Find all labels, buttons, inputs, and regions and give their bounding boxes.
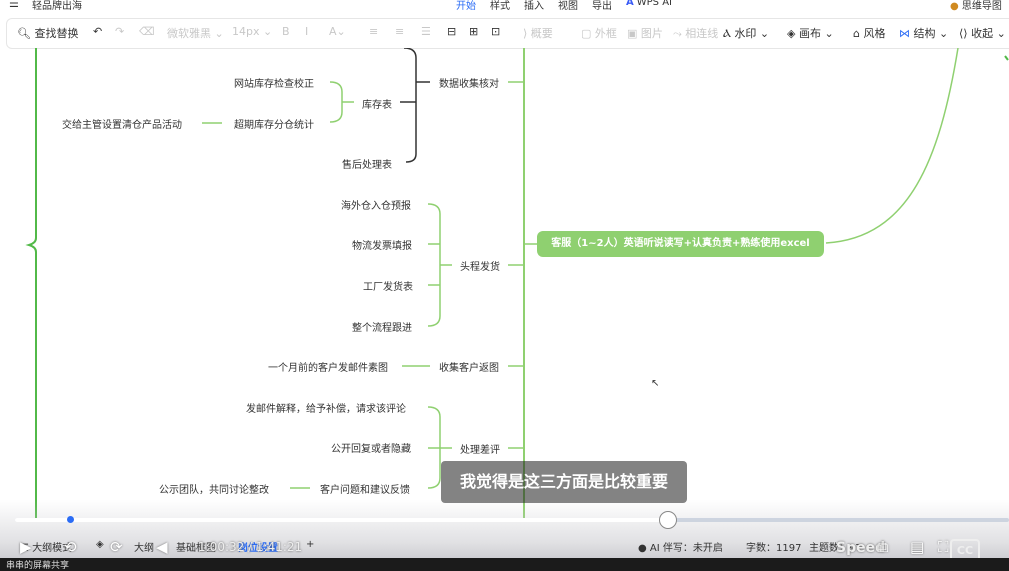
screen-share-label: 串串的屏幕共享 [6, 561, 70, 571]
rewind-icon[interactable]: ⟲ [64, 538, 77, 556]
ai-assist-label: AI 伴写：未开启 [649, 543, 723, 554]
collapse-label: 收起 [971, 27, 994, 40]
screen-share-bar: 串串的屏幕共享 [0, 558, 1009, 571]
volume-icon[interactable]: ◀ [156, 538, 168, 556]
find-replace-label: 查找替换 [34, 27, 79, 40]
watermark-button[interactable]: Ⲁ 水印 ⌄ [723, 25, 769, 41]
forward-icon[interactable]: ⟳ [110, 538, 123, 556]
fullscreen-icon[interactable]: ⛶ [938, 538, 949, 556]
align-center-icon[interactable]: ≡ [395, 25, 404, 38]
ai-assist-status[interactable]: ● AI 伴写：未开启 [638, 539, 723, 554]
shirt-icon: ⌂ [853, 27, 860, 40]
progress-knob[interactable] [659, 511, 677, 529]
node-site-inventory[interactable]: 网站库存检查校正 [234, 75, 314, 90]
outline-button[interactable]: ▢ 外框 [581, 25, 617, 41]
screenshot-icon[interactable]: ▤ [910, 538, 924, 556]
progress-fill [15, 518, 667, 522]
brand-label: ● 思维导图 [950, 0, 1002, 12]
structure-button[interactable]: ⋈ 结构 ⌄ [899, 25, 948, 41]
node-bad-review[interactable]: 处理差评 [460, 441, 500, 456]
node-first-leg[interactable]: 头程发货 [460, 258, 500, 273]
align-left-icon[interactable]: ≡ [369, 25, 378, 38]
style-button[interactable]: ⌂ 风格 [853, 25, 885, 41]
structure-label: 结构 [913, 27, 936, 40]
video-timecode: 1:00:32 / 1:41:21 [198, 540, 303, 554]
insert-child-icon[interactable]: ⊟ [447, 25, 456, 38]
brand-text: 思维导图 [961, 1, 1002, 12]
font-size-value: 14px [232, 25, 260, 38]
image-button[interactable]: ▣ 图片 [627, 25, 663, 41]
top-menu-bar: ☰ 轻品牌出海 开始 样式 插入 视图 导出 A WPS AI ● 思维导图 [0, 0, 1009, 14]
association-button[interactable]: ⤳ 相连线 [673, 25, 718, 41]
node-inventory-table[interactable]: 库存表 [362, 96, 392, 111]
collapse-button[interactable]: ⟨⟩ 收起 ⌄ [959, 25, 1006, 41]
tab-export[interactable]: 导出 [592, 0, 612, 12]
node-customer-service[interactable]: 客服（1~2人）英语听说读写+认真负责+熟练使用excel [537, 231, 824, 257]
word-count: 字数：1197 [746, 543, 802, 554]
watermark-label: 水印 [734, 27, 757, 40]
paint-bucket-icon: ◈ [787, 27, 796, 40]
brand-logo-icon: ● [950, 1, 959, 12]
node-logistics-invoice[interactable]: 物流发票填报 [352, 237, 412, 252]
tab-view[interactable]: 视图 [558, 0, 578, 12]
insert-parent-icon[interactable]: ⊡ [491, 25, 500, 38]
structure-icon: ⋈ [899, 27, 910, 40]
node-overdue-inventory[interactable]: 超期库存分仓统计 [234, 116, 314, 131]
summary-button[interactable]: ⟩ 概要 [523, 25, 553, 41]
collapse-icon: ⟨⟩ [959, 27, 968, 40]
node-customer-issue[interactable]: 客户问题和建议反馈 [320, 481, 410, 496]
node-factory-shipping[interactable]: 工厂发货表 [363, 278, 413, 293]
outline-short-button[interactable]: 大纲 [134, 539, 154, 554]
add-sheet-icon[interactable]: + [306, 539, 314, 550]
tab-start[interactable]: 开始 [456, 0, 476, 12]
wps-ai-button[interactable]: A WPS AI [626, 0, 672, 8]
wps-ai-icon: A [626, 0, 634, 8]
redo-icon[interactable]: ↷ [115, 25, 124, 38]
insert-sibling-icon[interactable]: ⊞ [469, 25, 478, 38]
node-clearance[interactable]: 交给主管设置清仓产品活动 [62, 116, 182, 131]
node-data-check[interactable]: 数据收集核对 [439, 75, 499, 90]
watermark-icon: Ⲁ [723, 27, 731, 40]
node-email-material[interactable]: 一个月前的客户发邮件素图 [268, 359, 388, 374]
tab-style[interactable]: 样式 [490, 0, 510, 12]
style-label: 风格 [863, 27, 886, 40]
hamburger-menu-icon[interactable]: ☰ [9, 0, 19, 10]
font-family-select[interactable]: 微软雅黑 ⌄ [167, 25, 224, 41]
wps-ai-label: WPS AI [636, 0, 672, 8]
mindmap-canvas[interactable]: 数据收集核对 网站库存检查校正 库存表 超期库存分仓统计 交给主管设置清仓产品活… [0, 48, 1009, 518]
layers-icon[interactable]: ◈ [96, 539, 104, 550]
italic-icon[interactable]: I [305, 25, 308, 38]
node-email-explain[interactable]: 发邮件解释，给予补偿，请求该评论 [246, 400, 406, 415]
mouse-cursor-icon: ↖ [651, 378, 660, 389]
bold-icon[interactable]: B [282, 25, 290, 38]
search-icon: 🔍︎ [17, 27, 31, 40]
format-painter-icon[interactable]: ⌫ [139, 25, 155, 38]
font-family-value: 微软雅黑 [167, 27, 211, 40]
node-overseas-forecast[interactable]: 海外仓入仓预报 [341, 197, 411, 212]
node-public-reply[interactable]: 公开回复或者隐藏 [331, 440, 411, 455]
font-size-select[interactable]: 14px ⌄ [232, 25, 272, 38]
outline-label: 外框 [594, 27, 617, 40]
summary-label: 概要 [530, 27, 553, 40]
tab-insert[interactable]: 插入 [524, 0, 544, 12]
find-replace-button[interactable]: 🔍︎ 查找替换 [17, 25, 78, 41]
undo-icon[interactable]: ↶ [93, 25, 102, 38]
pip-icon[interactable]: ⧉ [878, 538, 889, 556]
document-title: 轻品牌出海 [32, 1, 82, 12]
canvas-button[interactable]: ◈ 画布 ⌄ [787, 25, 834, 41]
list-icon[interactable]: ☰ [421, 25, 431, 38]
node-team-discuss[interactable]: 公示团队，共同讨论整改 [159, 481, 269, 496]
node-after-sales[interactable]: 售后处理表 [342, 156, 392, 171]
play-icon[interactable]: ▶ [20, 538, 32, 556]
node-process-follow[interactable]: 整个流程跟进 [352, 319, 412, 334]
node-collect-feedback[interactable]: 收集客户返图 [439, 359, 499, 374]
video-subtitle: 我觉得是这三方面是比较重要 [441, 461, 687, 503]
canvas-label: 画布 [798, 27, 821, 40]
text-color-icon[interactable]: A⌄ [329, 25, 346, 38]
formatting-toolbar: 🔍︎ 查找替换 ↶ ↷ ⌫ 微软雅黑 ⌄ 14px ⌄ B I A⌄ ≡ ≡ ☰… [6, 18, 1009, 49]
progress-marker[interactable] [67, 516, 74, 523]
association-label: 相连线 [685, 27, 719, 40]
image-label: 图片 [640, 27, 663, 40]
